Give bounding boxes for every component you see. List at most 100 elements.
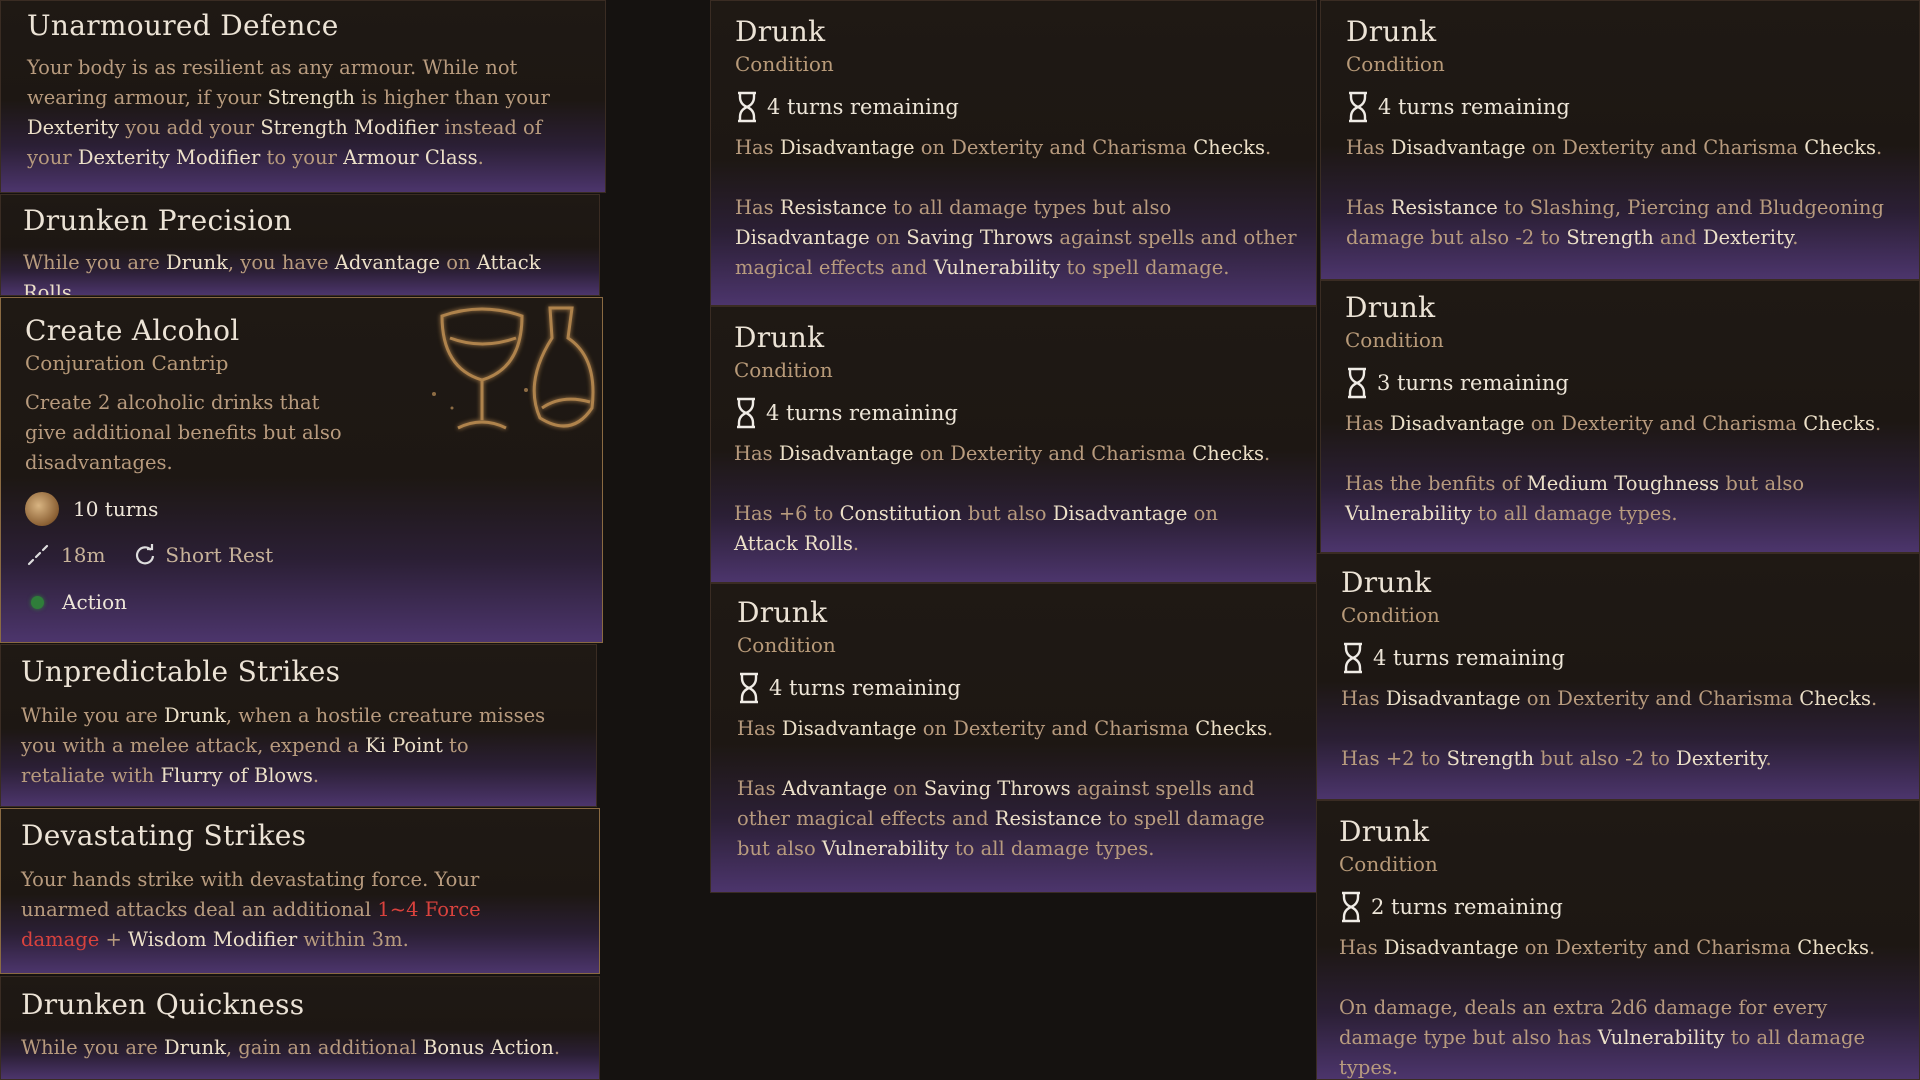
keyword: Checks bbox=[1192, 442, 1264, 465]
keyword: Disadvantage bbox=[1052, 502, 1188, 525]
cost-row: Action bbox=[25, 590, 602, 614]
condition-subtitle: Condition bbox=[734, 358, 833, 382]
text-segment: Has bbox=[1339, 936, 1384, 959]
condition-effect: Has Disadvantage on Dexterity and Charis… bbox=[1339, 933, 1899, 963]
turns-label: 4 turns remaining bbox=[769, 676, 961, 700]
tooltip-drunken-precision: Drunken Precision While you are Drunk, y… bbox=[0, 194, 600, 296]
turns-label: 4 turns remaining bbox=[1373, 646, 1565, 670]
condition-card-drunk: Drunk Condition 4 turns remaining Has Di… bbox=[1316, 553, 1920, 800]
text-segment: Has bbox=[1346, 196, 1391, 219]
text-segment: Has +6 to bbox=[734, 502, 840, 525]
keyword: Saving Throws bbox=[906, 226, 1054, 249]
keyword: Checks bbox=[1195, 717, 1267, 740]
keyword: Checks bbox=[1193, 136, 1265, 159]
text-segment: within 3m. bbox=[297, 928, 409, 951]
hourglass-icon bbox=[737, 397, 755, 429]
duration-label: 10 turns bbox=[73, 497, 159, 521]
action-dot-icon bbox=[31, 595, 44, 609]
text-segment: , you have bbox=[227, 251, 335, 274]
condition-effect: Has the benfits of Medium Toughness but … bbox=[1345, 469, 1911, 529]
text-segment: . bbox=[1876, 136, 1883, 159]
keyword: Dexterity bbox=[1676, 747, 1766, 770]
text-segment: . bbox=[852, 532, 860, 555]
keyword: Resistance bbox=[994, 807, 1102, 830]
turns-remaining: 4 turns remaining bbox=[1341, 640, 1919, 676]
condition-effect: Has Disadvantage on Dexterity and Charis… bbox=[737, 714, 1297, 744]
condition-title: Drunk bbox=[1345, 291, 1436, 324]
keyword: Disadvantage bbox=[1390, 136, 1526, 159]
text-segment: but also bbox=[961, 502, 1053, 525]
condition-card-drunk: Drunk Condition 4 turns remaining Has Di… bbox=[710, 0, 1317, 306]
keyword: Advantage bbox=[781, 777, 888, 800]
condition-subtitle: Condition bbox=[1345, 328, 1444, 352]
text-segment: Has bbox=[737, 777, 782, 800]
hourglass-icon bbox=[1344, 642, 1362, 674]
text-segment: on Dexterity and Charisma bbox=[1520, 687, 1800, 710]
text-segment: Has the benfits of bbox=[1345, 472, 1527, 495]
duration-row: 10 turns bbox=[25, 492, 602, 526]
text-segment: to all damage types but also bbox=[886, 196, 1172, 219]
keyword: Dexterity Modifier bbox=[77, 146, 261, 169]
goblet-flask-icon bbox=[432, 306, 595, 430]
text-segment: on bbox=[1187, 502, 1218, 525]
text-segment: on Dexterity and Charisma bbox=[1518, 936, 1798, 959]
condition-subtitle: Condition bbox=[1339, 852, 1438, 876]
turns-remaining: 4 turns remaining bbox=[735, 89, 1316, 125]
hourglass-icon bbox=[1348, 367, 1366, 399]
keyword: Constitution bbox=[839, 502, 962, 525]
text-segment: While you are bbox=[21, 704, 165, 727]
tooltip-description: Your body is as resilient as any armour.… bbox=[27, 53, 572, 173]
condition-title: Drunk bbox=[1346, 15, 1437, 48]
text-segment: . bbox=[1875, 412, 1882, 435]
tooltip-description: Your hands strike with devastating force… bbox=[21, 865, 561, 955]
keyword: Disadvantage bbox=[1383, 936, 1519, 959]
turns-label: 2 turns remaining bbox=[1371, 895, 1563, 919]
tooltip-description: While you are Drunk, you have Advantage … bbox=[23, 248, 583, 295]
keyword: Drunk bbox=[164, 704, 226, 727]
condition-effect: On damage, deals an extra 2d6 damage for… bbox=[1339, 993, 1879, 1079]
tooltip-title: Devastating Strikes bbox=[21, 819, 307, 852]
condition-effect: Has Resistance to Slashing, Piercing and… bbox=[1346, 193, 1886, 253]
turns-label: 4 turns remaining bbox=[766, 401, 958, 425]
condition-effect: Has Disadvantage on Dexterity and Charis… bbox=[1346, 133, 1906, 163]
keyword: Drunk bbox=[164, 1036, 226, 1059]
turns-label: 4 turns remaining bbox=[1378, 95, 1570, 119]
tooltip-title: Unarmoured Defence bbox=[27, 9, 339, 42]
keyword: Disadvantage bbox=[1389, 412, 1525, 435]
potion-icon bbox=[25, 492, 59, 526]
text-segment: and bbox=[1653, 226, 1703, 249]
keyword: Ki Point bbox=[365, 734, 443, 757]
tooltip-title: Drunken Precision bbox=[23, 204, 293, 237]
keyword: Wisdom Modifier bbox=[128, 928, 298, 951]
text-segment: . bbox=[1265, 136, 1272, 159]
tooltip-unarmoured-defence: Unarmoured Defence Your body is as resil… bbox=[0, 0, 606, 193]
tooltip-title: Drunken Quickness bbox=[21, 988, 305, 1021]
keyword: Checks bbox=[1803, 412, 1875, 435]
text-segment: on Dexterity and Charisma bbox=[913, 442, 1193, 465]
keyword: Strength bbox=[267, 86, 355, 109]
keyword: Bonus Action bbox=[423, 1036, 554, 1059]
text-segment: . bbox=[477, 146, 484, 169]
condition-effect: Has Disadvantage on Dexterity and Charis… bbox=[1341, 684, 1901, 714]
text-segment: on Dexterity and Charisma bbox=[1525, 136, 1805, 159]
condition-effect: Has Resistance to all damage types but a… bbox=[735, 193, 1300, 283]
text-segment: but also bbox=[1719, 472, 1805, 495]
tooltip-description: While you are Drunk, when a hostile crea… bbox=[21, 701, 551, 791]
keyword: Armour Class bbox=[343, 146, 478, 169]
condition-effect: Has Disadvantage on Dexterity and Charis… bbox=[734, 439, 1299, 469]
keyword: Attack Rolls bbox=[734, 532, 853, 555]
text-segment: on Dexterity and Charisma bbox=[1524, 412, 1804, 435]
condition-title: Drunk bbox=[737, 596, 828, 629]
tooltip-drunken-quickness: Drunken Quickness While you are Drunk, g… bbox=[0, 976, 600, 1080]
keyword: Dexterity bbox=[27, 116, 119, 139]
condition-subtitle: Condition bbox=[735, 52, 834, 76]
keyword: Drunk bbox=[166, 251, 228, 274]
tooltip-devastating-strikes: Devastating Strikes Your hands strike wi… bbox=[0, 808, 600, 974]
condition-card-drunk: Drunk Condition 2 turns remaining Has Di… bbox=[1316, 800, 1920, 1080]
keyword: Strength bbox=[1446, 747, 1535, 770]
text-segment: Has bbox=[735, 136, 780, 159]
turns-remaining: 3 turns remaining bbox=[1345, 365, 1919, 401]
condition-card-drunk: Drunk Condition 4 turns remaining Has Di… bbox=[1320, 0, 1920, 280]
text-segment: . bbox=[1869, 936, 1876, 959]
condition-title: Drunk bbox=[1341, 566, 1432, 599]
